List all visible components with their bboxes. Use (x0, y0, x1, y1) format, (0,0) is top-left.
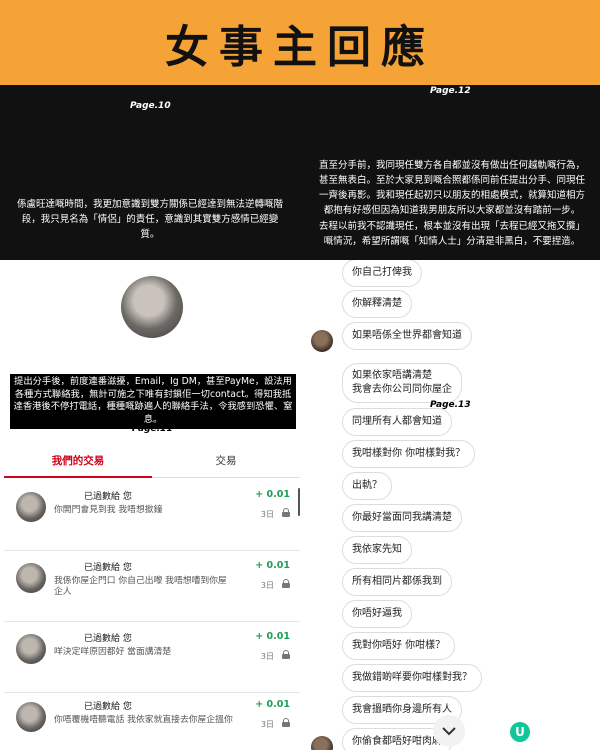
transaction-message: 咩決定咩原因都好 當面講清楚 (54, 647, 172, 657)
transaction-amount: + 0.01 (255, 560, 290, 571)
page11-label: Page.11 (132, 424, 173, 434)
page12-text-2: 去程以前我不認識現任，根本並沒有出現「去程已經又拖又攬」嘅情況，希望所謂嘅「知情… (318, 221, 585, 247)
page10-label: Page.10 (130, 101, 171, 111)
avatar (16, 492, 46, 522)
transaction-message: 你開門會見到我 我唔想撳鐘 (54, 505, 163, 515)
brand-u-logo: U (510, 722, 530, 742)
contact-avatar (311, 330, 333, 352)
payment-app-screen: 提出分手後，前度連番滋擾，Email，Ig DM，甚至PayMe，設法用各種方式… (4, 260, 300, 750)
avatar (16, 702, 46, 732)
page12-label: Page.12 (430, 86, 471, 96)
lock-icon (282, 579, 290, 588)
chat-message: 出軌？ (342, 472, 392, 500)
chat-message: 我做錯啲咩要你咁樣對我？ (342, 664, 482, 692)
contact-avatar (311, 736, 333, 750)
transaction-row[interactable]: 已過數給 您 咩決定咩原因都好 當面講清楚 + 0.01 3日 (4, 622, 300, 693)
tab-bar: 我們的交易 交易 (4, 444, 300, 478)
chat-screen: 你自己打俾我 你解釋清楚 如果唔係全世界都會知道 如果依家唔講清楚 我會去你公司… (300, 260, 600, 750)
transaction-row[interactable]: 已過數給 您 我係你屋企門口 你自己出嚟 我唔想嘈到你屋企人 + 0.01 3日 (4, 551, 300, 622)
tab-our-transactions[interactable]: 我們的交易 (4, 444, 152, 478)
chat-message: 你解釋清楚 (342, 290, 412, 318)
transaction-date: 3日 (260, 581, 274, 590)
transaction-row[interactable]: 已過數給 您 你唔覆機唔聽電話 我依家就直接去你屋企搵你 + 0.01 3日 (4, 690, 300, 750)
transaction-title: 已過數給 您 (84, 634, 132, 644)
chat-message: 我對你唔好 你咁樣？ (342, 632, 456, 660)
transaction-message: 你唔覆機唔聽電話 我依家就直接去你屋企搵你 (54, 715, 233, 725)
profile-avatar[interactable] (121, 276, 183, 338)
transaction-title: 已過數給 您 (84, 492, 132, 502)
tab-transactions[interactable]: 交易 (152, 444, 300, 478)
lock-icon (282, 718, 290, 727)
page10-text: 係盧旺達嘅時間，我更加意識到雙方關係已經達到無法逆轉嘅階段，我只見名為「情侶」的… (16, 199, 283, 240)
transaction-date: 3日 (260, 720, 274, 729)
page12-text-1: 直至分手前，我同現任雙方各自都並沒有做出任何越軌嘅行為，甚至無表白。至於大家見到… (318, 160, 585, 216)
page-title: 女事主回應 (165, 21, 435, 73)
lock-icon (282, 650, 290, 659)
transaction-message: 我係你屋企門口 你自己出嚟 我唔想嘈到你屋企人 (54, 576, 227, 597)
chat-message: 你自己打俾我 (342, 260, 422, 287)
header-banner: 女事主回應 (0, 0, 600, 85)
transaction-title: 已過數給 您 (84, 563, 132, 573)
page10-panel: Page.10 係盧旺達嘅時間，我更加意識到雙方關係已經達到無法逆轉嘅階段，我只… (0, 85, 300, 260)
transaction-date: 3日 (260, 652, 274, 661)
avatar (16, 634, 46, 664)
transaction-title: 已過數給 您 (84, 702, 132, 712)
chat-message: 我依家先知 (342, 536, 412, 564)
page11-notice: 提出分手後，前度連番滋擾，Email，Ig DM，甚至PayMe，設法用各種方式… (10, 374, 296, 429)
down-chevron-icon (442, 727, 456, 736)
transaction-row[interactable]: 已過數給 您 你開門會見到我 我唔想撳鐘 + 0.01 3日 (4, 480, 300, 551)
lock-icon (282, 508, 290, 517)
chat-message: 你最好當面同我講清楚 (342, 504, 462, 532)
scroll-down-button[interactable] (433, 715, 465, 747)
transaction-amount: + 0.01 (255, 631, 290, 642)
chat-message: 我咁樣對你 你咁樣對我？ (342, 440, 476, 468)
transaction-amount: + 0.01 (255, 489, 290, 500)
transaction-date: 3日 (260, 510, 274, 519)
transaction-amount: + 0.01 (255, 699, 290, 710)
chat-message: 你唔好逼我 (342, 600, 412, 628)
chat-message: 如果依家唔講清楚 我會去你公司同你屋企 (342, 363, 462, 403)
avatar (16, 563, 46, 593)
page12-panel: Page.12 直至分手前，我同現任雙方各自都並沒有做出任何越軌嘅行為，甚至無表… (300, 85, 600, 260)
chat-message: 同埋所有人都會知道 (342, 408, 452, 436)
chat-message: 所有相同片都係我到 (342, 568, 452, 596)
chat-message: 如果唔係全世界都會知道 (342, 322, 472, 350)
